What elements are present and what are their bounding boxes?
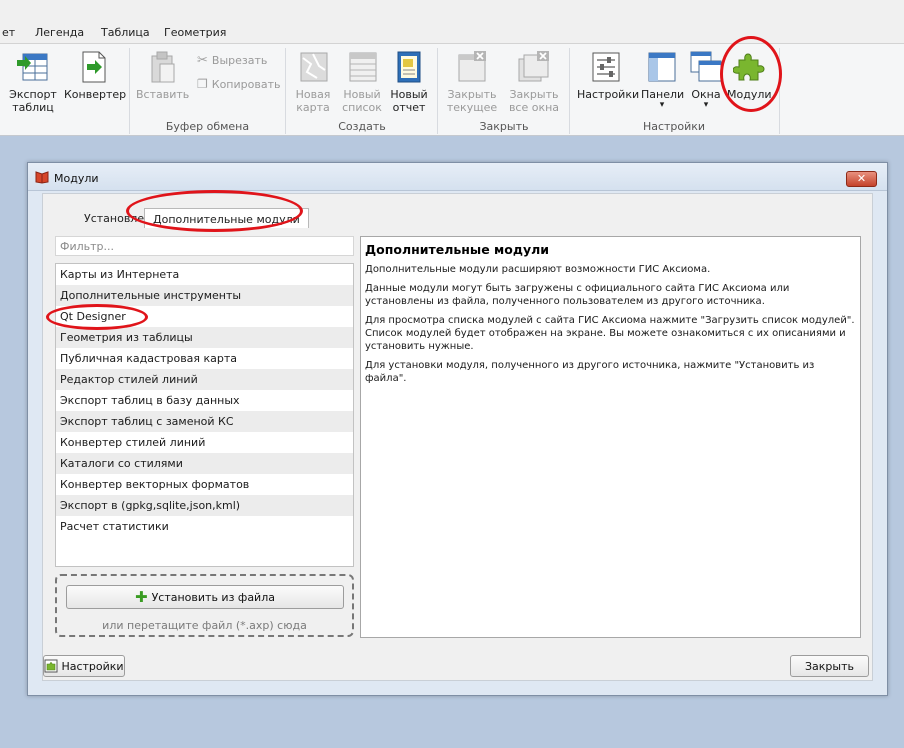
list-item[interactable]: Каталоги со стилями xyxy=(56,453,353,474)
settings-puzzle-icon xyxy=(44,659,58,673)
plus-icon: ✚ xyxy=(135,588,148,606)
close-all-button[interactable]: Закрыть все окна xyxy=(508,50,560,114)
group-label-create: Создать xyxy=(338,120,386,133)
sliders-icon xyxy=(592,52,620,82)
group-separator xyxy=(779,48,780,134)
menu-bar: ет Легенда Таблица Геометрия xyxy=(0,0,904,44)
list-item[interactable]: Экспорт в (gpkg,sqlite,json,kml) xyxy=(56,495,353,516)
group-label-clipboard: Буфер обмена xyxy=(165,120,250,133)
windows-button[interactable]: Окна ▾ xyxy=(688,50,724,110)
list-item[interactable]: Экспорт таблиц с заменой КС xyxy=(56,411,353,432)
new-map-button[interactable]: Новая карта xyxy=(292,50,334,114)
converter-button[interactable]: Конвертер xyxy=(64,50,126,101)
close-window-icon xyxy=(458,51,486,82)
install-from-file-button[interactable]: ✚ Установить из файла xyxy=(66,585,344,609)
description-paragraph: Данные модули могут быть загружены с офи… xyxy=(365,283,790,307)
list-item[interactable]: Дополнительные инструменты xyxy=(56,285,353,306)
list-item[interactable]: Геометрия из таблицы xyxy=(56,327,353,348)
puzzle-icon xyxy=(733,53,765,81)
dialog-title: Модули xyxy=(54,172,99,185)
map-icon xyxy=(300,52,328,82)
description-heading: Дополнительные модули xyxy=(365,242,550,257)
dialog-close-button[interactable]: ✕ xyxy=(846,171,877,187)
list-item[interactable]: Qt Designer xyxy=(56,306,353,327)
panels-button[interactable]: Панели ▾ xyxy=(641,50,684,110)
list-item[interactable]: Экспорт таблиц в базу данных xyxy=(56,390,353,411)
windows-dropdown-arrow: ▾ xyxy=(703,100,709,110)
paste-button[interactable]: Вставить xyxy=(136,50,189,101)
description-paragraph: Для установки модуля, полученного из дру… xyxy=(365,360,815,384)
copy-icon: ❐ xyxy=(197,77,208,91)
menu-item-partial[interactable]: ет xyxy=(2,26,15,39)
list-item[interactable]: Редактор стилей линий xyxy=(56,369,353,390)
copy-button[interactable]: ❐ Копировать xyxy=(197,77,280,91)
panels-dropdown-arrow: ▾ xyxy=(659,100,665,110)
group-separator xyxy=(285,48,286,134)
report-icon xyxy=(397,51,421,83)
book-icon xyxy=(35,171,49,184)
group-label-close: Закрыть xyxy=(479,120,529,133)
close-current-button[interactable]: Закрыть текущее xyxy=(446,50,498,114)
group-separator xyxy=(437,48,438,134)
panels-icon xyxy=(648,52,676,82)
windows-icon xyxy=(690,51,722,82)
modules-dialog: Модули ✕ Установлено Дополнительные моду… xyxy=(27,162,888,696)
filter-input[interactable]: Фильтр... xyxy=(55,236,354,256)
converter-icon xyxy=(82,51,106,83)
module-list: Карты из Интернета Дополнительные инстру… xyxy=(55,263,354,567)
dialog-titlebar[interactable]: Модули ✕ xyxy=(28,163,887,191)
close-button[interactable]: Закрыть xyxy=(790,655,869,677)
list-item[interactable]: Карты из Интернета xyxy=(56,264,353,285)
menu-item-geometry[interactable]: Геометрия xyxy=(164,26,226,39)
menu-item-table[interactable]: Таблица xyxy=(101,26,150,39)
list-item[interactable]: Расчет статистики xyxy=(56,516,353,537)
drop-hint: или перетащите файл (*.axp) сюда xyxy=(102,619,307,632)
group-label-settings: Настройки xyxy=(642,120,706,133)
description-paragraph: Дополнительные модули расширяют возможно… xyxy=(365,264,711,275)
settings-button-dialog[interactable]: Настройки xyxy=(43,655,125,677)
list-icon xyxy=(349,52,377,82)
file-drop-zone[interactable]: ✚ Установить из файла или перетащите фай… xyxy=(55,574,354,637)
export-tables-icon xyxy=(17,53,48,81)
modules-button[interactable]: Модули xyxy=(727,50,772,101)
paste-icon xyxy=(151,51,175,83)
export-tables-button[interactable]: Экспорт таблиц xyxy=(8,50,58,114)
settings-button[interactable]: Настройки xyxy=(577,50,639,101)
scissors-icon: ✂ xyxy=(197,53,208,68)
menu-item-legend[interactable]: Легенда xyxy=(35,26,84,39)
list-item[interactable]: Конвертер стилей линий xyxy=(56,432,353,453)
group-separator xyxy=(129,48,130,134)
cut-button[interactable]: ✂ Вырезать xyxy=(197,53,267,68)
new-list-button[interactable]: Новый список xyxy=(340,50,384,114)
close-all-icon xyxy=(518,51,549,82)
tab-additional-modules[interactable]: Дополнительные модули xyxy=(144,208,309,228)
module-description-panel: Дополнительные модули Дополнительные мод… xyxy=(360,236,861,638)
description-paragraph: Для просмотра списка модулей с сайта ГИС… xyxy=(365,315,855,352)
list-item[interactable]: Конвертер векторных форматов xyxy=(56,474,353,495)
list-item[interactable]: Публичная кадастровая карта xyxy=(56,348,353,369)
ribbon-toolbar: Экспорт таблиц Конвертер Вставить ✂ Выре… xyxy=(0,44,904,136)
dialog-body: Установлено Дополнительные модули Фильтр… xyxy=(42,193,873,681)
group-separator xyxy=(569,48,570,134)
new-report-button[interactable]: Новый отчет xyxy=(389,50,429,114)
